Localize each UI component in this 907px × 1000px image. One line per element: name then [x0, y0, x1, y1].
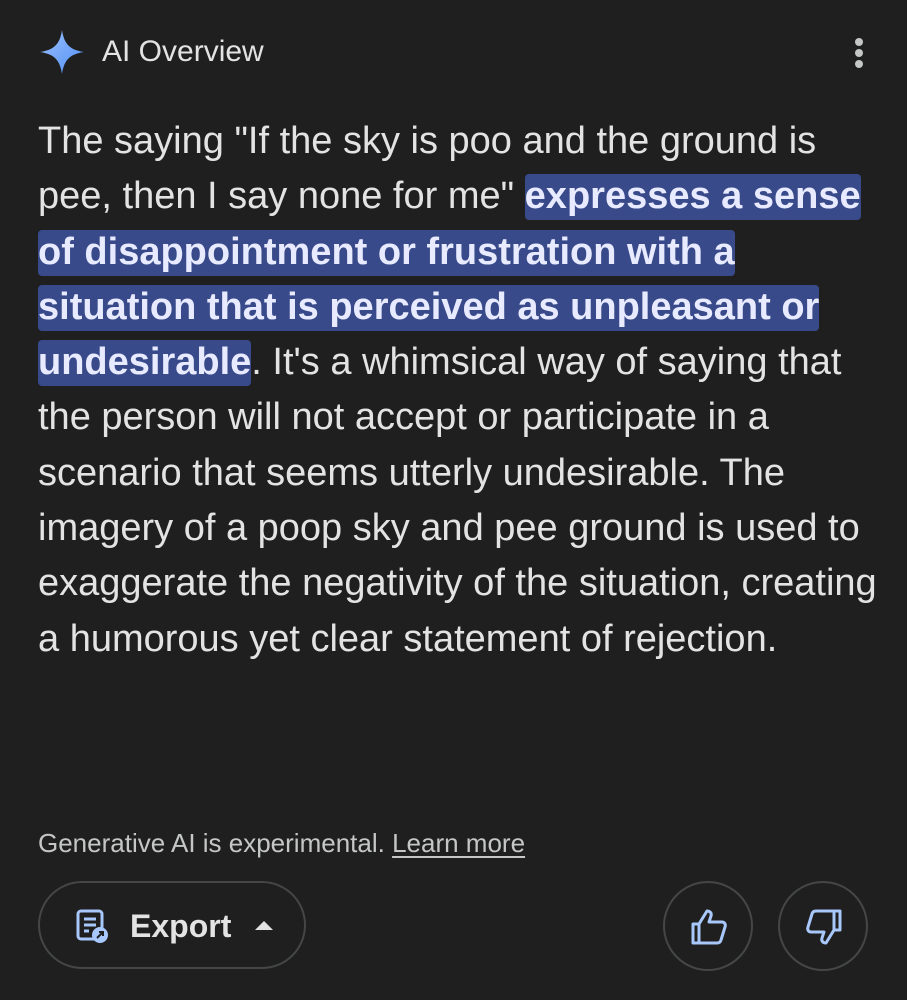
export-label: Export [130, 908, 232, 944]
more-options-button[interactable] [844, 32, 874, 72]
generative-ai-disclaimer: Generative AI is experimental. Learn mor… [38, 826, 525, 860]
export-document-icon [76, 909, 108, 943]
disclaimer-text: Generative AI is experimental. [38, 828, 385, 858]
ai-overview-text: The saying "If the sky is poo and the gr… [38, 114, 888, 667]
ai-overview-title: AI Overview [102, 35, 264, 68]
export-button[interactable]: Export [38, 881, 306, 969]
thumbs-up-button[interactable] [663, 881, 753, 971]
thumbs-down-button[interactable] [778, 881, 868, 971]
thumbs-down-icon [806, 909, 842, 945]
caret-up-icon [255, 921, 273, 930]
overview-text-after: . It's a whimsical way of saying that th… [38, 341, 877, 660]
ai-overview-header: AI Overview [38, 26, 878, 78]
learn-more-link[interactable]: Learn more [392, 828, 525, 858]
thumbs-up-icon [691, 909, 727, 945]
more-vertical-icon [855, 38, 863, 46]
gemini-sparkle-icon [40, 30, 84, 74]
